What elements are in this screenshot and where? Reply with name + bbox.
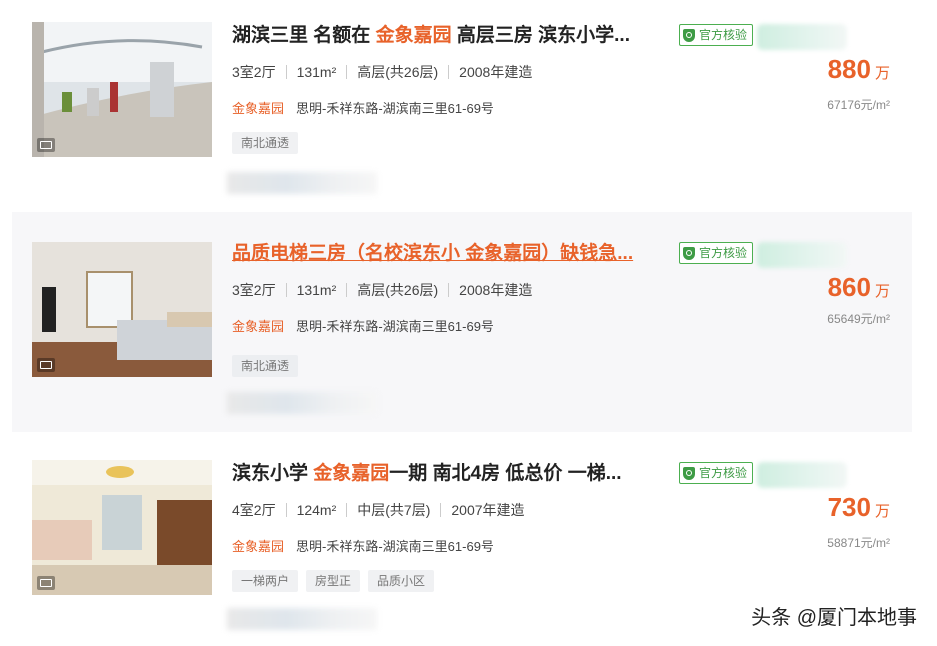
blurred-agent-info bbox=[757, 242, 847, 268]
tag-list: 南北通透 bbox=[232, 132, 299, 154]
listing-address: 金象嘉园 思明-禾祥东路-湖滨南三里61-69号 bbox=[232, 97, 494, 117]
area: 131m² bbox=[285, 283, 347, 297]
built-year: 2008年建造 bbox=[448, 65, 542, 79]
community-link[interactable]: 金象嘉园 bbox=[232, 316, 284, 335]
gallery-icon bbox=[37, 358, 55, 372]
community-link[interactable]: 金象嘉园 bbox=[232, 98, 284, 117]
address-text: 思明-禾祥东路-湖滨南三里61-69号 bbox=[296, 318, 494, 334]
listing-specs: 3室2厅 131m² 高层(共26层) 2008年建造 bbox=[232, 280, 542, 300]
living-room-photo bbox=[32, 460, 212, 595]
area: 131m² bbox=[285, 65, 347, 79]
blurred-agent-info bbox=[757, 24, 847, 50]
address-text: 思明-禾祥东路-湖滨南三里61-69号 bbox=[296, 538, 494, 554]
gallery-icon bbox=[37, 138, 55, 152]
tag-list: 南北通透 bbox=[232, 355, 299, 377]
rooms: 3室2厅 bbox=[232, 64, 276, 80]
listing-title[interactable]: 品质电梯三房（名校滨东小 金象嘉园）缺钱急... bbox=[232, 240, 662, 268]
floor: 高层(共26层) bbox=[346, 283, 448, 297]
tag: 品质小区 bbox=[368, 570, 435, 592]
verified-badge: 官方核验 bbox=[679, 462, 754, 484]
blurred-info bbox=[227, 172, 377, 194]
shield-icon bbox=[683, 246, 695, 260]
shield-icon bbox=[683, 466, 695, 480]
tag-list: 一梯两户 房型正 品质小区 bbox=[232, 570, 435, 592]
listing-specs: 4室2厅 124m² 中层(共7层) 2007年建造 bbox=[232, 500, 535, 520]
blurred-agent-info bbox=[757, 462, 847, 488]
listing-title[interactable]: 滨东小学 金象嘉园一期 南北4房 低总价 一梯... bbox=[232, 460, 662, 488]
blurred-info bbox=[227, 392, 377, 414]
listing-photo[interactable] bbox=[32, 460, 212, 595]
rooms: 3室2厅 bbox=[232, 282, 276, 298]
shield-icon bbox=[683, 28, 695, 42]
total-price: 880 万 bbox=[827, 54, 890, 84]
gallery-icon bbox=[37, 576, 55, 590]
blurred-info bbox=[227, 608, 377, 630]
community-link[interactable]: 金象嘉园 bbox=[232, 536, 284, 555]
listing-card[interactable]: 湖滨三里 名额在 金象嘉园 高层三房 滨东小学... 官方核验 3室2厅 131… bbox=[12, 22, 912, 202]
unit-price: 58871元/m² bbox=[827, 536, 890, 550]
bedroom-photo bbox=[32, 242, 212, 377]
listing-specs: 3室2厅 131m² 高层(共26层) 2008年建造 bbox=[232, 62, 542, 82]
area: 124m² bbox=[285, 503, 347, 517]
floor: 高层(共26层) bbox=[346, 65, 448, 79]
title-community-highlight: 金象嘉园 bbox=[375, 25, 452, 46]
total-price: 730 万 bbox=[827, 492, 890, 522]
total-price: 860 万 bbox=[827, 272, 890, 302]
balcony-photo bbox=[32, 22, 212, 157]
unit-price: 65649元/m² bbox=[827, 312, 890, 326]
tag: 南北通透 bbox=[232, 132, 299, 154]
listing-photo[interactable] bbox=[32, 242, 212, 377]
address-text: 思明-禾祥东路-湖滨南三里61-69号 bbox=[296, 100, 494, 116]
built-year: 2008年建造 bbox=[448, 283, 542, 297]
listing-photo[interactable] bbox=[32, 22, 212, 157]
tag: 房型正 bbox=[306, 570, 361, 592]
verified-badge: 官方核验 bbox=[679, 242, 754, 264]
rooms: 4室2厅 bbox=[232, 502, 276, 518]
verified-badge: 官方核验 bbox=[679, 24, 754, 46]
listing-card[interactable]: 品质电梯三房（名校滨东小 金象嘉园）缺钱急... 官方核验 3室2厅 131m²… bbox=[12, 212, 912, 432]
floor: 中层(共7层) bbox=[346, 503, 440, 517]
tag: 一梯两户 bbox=[232, 570, 299, 592]
listing-address: 金象嘉园 思明-禾祥东路-湖滨南三里61-69号 bbox=[232, 315, 494, 335]
built-year: 2007年建造 bbox=[440, 503, 534, 517]
watermark: 头条 @厦门本地事 bbox=[751, 607, 917, 629]
listing-title[interactable]: 湖滨三里 名额在 金象嘉园 高层三房 滨东小学... bbox=[232, 22, 662, 50]
unit-price: 67176元/m² bbox=[827, 98, 890, 112]
title-community-highlight: 金象嘉园 bbox=[313, 463, 390, 484]
tag: 南北通透 bbox=[232, 355, 299, 377]
listing-address: 金象嘉园 思明-禾祥东路-湖滨南三里61-69号 bbox=[232, 535, 494, 555]
